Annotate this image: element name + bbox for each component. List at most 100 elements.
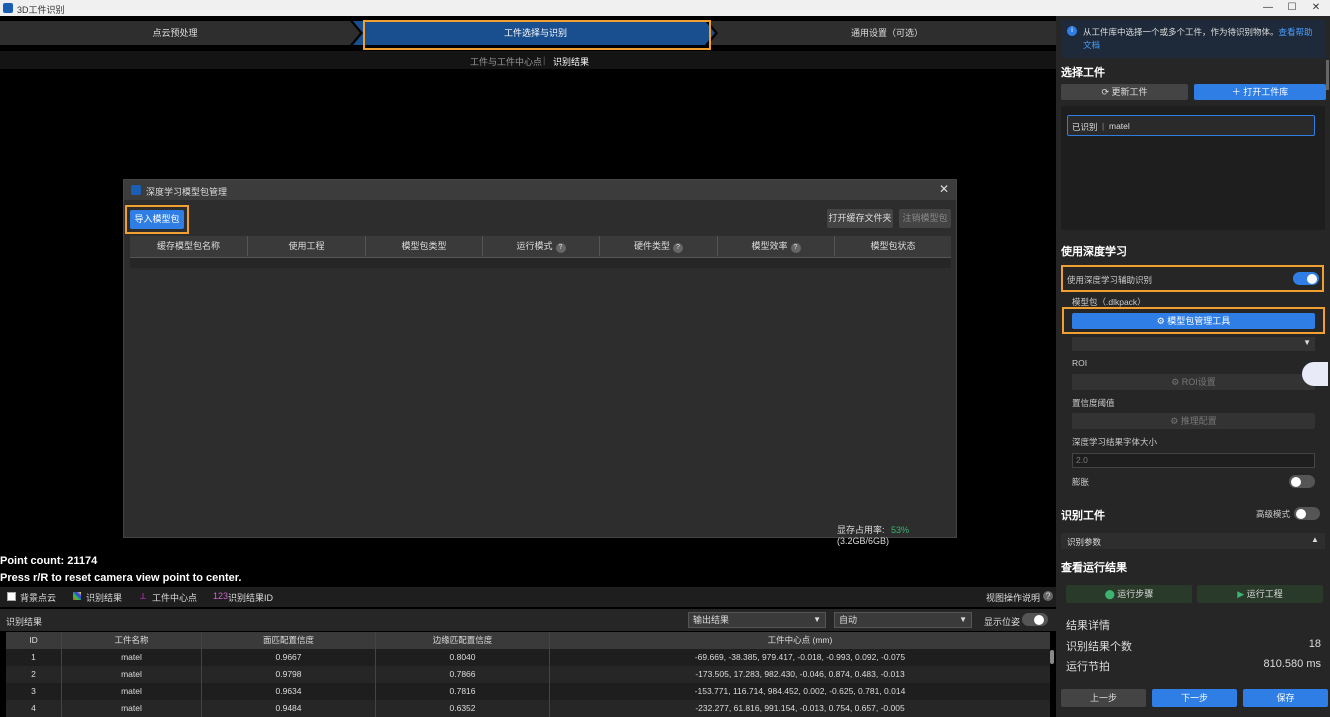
maximize-icon[interactable]: ☐ <box>1282 2 1302 14</box>
bg-cloud-checkbox[interactable] <box>7 592 16 601</box>
params-header[interactable]: 识别参数 ▲ <box>1061 533 1325 549</box>
toggle-knob <box>1034 614 1044 625</box>
step-highlight-box <box>363 20 711 50</box>
col-edge-conf: 边缘匹配置信度 <box>376 632 550 649</box>
output-result-select[interactable]: 输出结果 ▼ <box>688 612 826 628</box>
subnav-divider: | <box>543 55 546 65</box>
cell-center: -153.771, 116.714, 984.452, 0.002, -0.62… <box>694 686 906 696</box>
next-step-button[interactable]: 下一步 <box>1152 689 1237 707</box>
cell-id: 2 <box>6 666 62 683</box>
model-package-select[interactable]: ▼ <box>1072 337 1315 351</box>
font-size-input[interactable]: 2.0 <box>1072 453 1315 468</box>
col-package-name: 缓存模型包名称 <box>130 236 248 256</box>
view-help-icon[interactable]: ? <box>1043 591 1053 601</box>
results-label: 识别结果 <box>6 617 43 627</box>
col-run-mode-label: 运行模式 <box>516 241 553 251</box>
run-project-button[interactable]: ▶ 运行工程 <box>1197 585 1323 603</box>
run-results-title: 查看运行结果 <box>1061 562 1127 574</box>
dialog-title: 深度学习模型包管理 <box>146 187 228 197</box>
close-window-icon[interactable]: ✕ <box>1306 2 1326 14</box>
step-general-settings[interactable]: 通用设置（可选） <box>718 21 1056 45</box>
update-workpiece-button[interactable]: ⟳ 更新工件 <box>1061 84 1188 100</box>
help-icon[interactable]: ? <box>673 243 683 253</box>
model-tool-highlight-box <box>1062 307 1325 334</box>
cell-edge-conf: 0.7866 <box>376 666 550 683</box>
minimize-icon[interactable]: — <box>1258 2 1278 14</box>
cell-center: -232.277, 61.816, 991.154, -0.013, 0.754… <box>695 703 905 713</box>
select-workpiece-title: 选择工件 <box>1061 67 1105 79</box>
sub-navigation: 工件与工件中心点 | 识别结果 <box>0 51 1056 69</box>
col-project: 使用工程 <box>248 236 366 256</box>
cell-name: matel <box>62 700 202 717</box>
recognize-title: 识别工件 <box>1061 510 1105 522</box>
subnav-workpiece-center[interactable]: 工件与工件中心点 <box>470 55 542 68</box>
takt-value: 810.580 ms <box>1263 658 1321 670</box>
col-package-type: 模型包类型 <box>366 236 483 256</box>
cell-edge-conf: 0.6352 <box>376 700 550 717</box>
step-preprocess[interactable]: 点云预处理 <box>0 21 350 45</box>
confidence-label: 置信度阈值 <box>1072 398 1115 408</box>
roi-settings-button[interactable]: ⚙ ROI设置 <box>1072 374 1315 390</box>
advanced-mode-toggle[interactable] <box>1294 507 1320 520</box>
vram-label: 显存占用率: <box>837 525 885 535</box>
assistant-float-icon[interactable] <box>1302 362 1328 386</box>
chevron-down-icon: ▼ <box>813 615 821 624</box>
open-library-button[interactable]: ＋ 打开工件库 <box>1194 84 1326 100</box>
chevron-down-icon: ▼ <box>959 615 967 624</box>
bg-cloud-label: 背景点云 <box>20 593 57 603</box>
play-icon: ▶ <box>1237 589 1247 599</box>
cell-id: 1 <box>6 649 62 666</box>
col-center: 工件中心点 (mm) <box>767 635 833 645</box>
table-row[interactable]: 3 matel 0.9634 0.7816 -153.771, 116.714,… <box>6 683 1050 700</box>
table-row[interactable]: 2 matel 0.9798 0.7866 -173.505, 17.283, … <box>6 666 1050 683</box>
result-count-label: 识别结果个数 <box>1066 641 1132 653</box>
recognized-label: 已识别 <box>1072 122 1098 132</box>
show-pose-label: 显示位姿 <box>984 617 1021 627</box>
table-row[interactable]: 1 matel 0.9667 0.8040 -69.669, -38.385, … <box>6 649 1050 666</box>
reset-hint-text: Press r/R to reset camera view point to … <box>0 572 242 584</box>
result-color-icon <box>73 592 81 600</box>
help-icon[interactable]: ? <box>790 243 801 253</box>
params-label: 识别参数 <box>1067 537 1102 547</box>
table-row[interactable]: 4 matel 0.9484 0.6352 -232.277, 61.816, … <box>6 700 1050 717</box>
title-bar: 3D工件识别 — ☐ ✕ <box>0 0 1330 16</box>
roi-label: ROI <box>1072 358 1088 368</box>
auto-select[interactable]: 自动 ▼ <box>834 612 972 628</box>
cell-name: matel <box>62 683 202 700</box>
run-step-button[interactable]: ⬤ 运行步骤 <box>1066 585 1192 603</box>
table-scrollbar[interactable] <box>1050 650 1054 664</box>
col-status: 模型包状态 <box>870 241 916 251</box>
unregister-model-button[interactable]: 注销模型包 <box>899 209 951 228</box>
model-table-row[interactable] <box>130 258 951 268</box>
save-button[interactable]: 保存 <box>1243 689 1328 707</box>
panel-scrollbar[interactable] <box>1326 60 1329 90</box>
show-pose-toggle[interactable] <box>1022 613 1048 626</box>
detail-title: 结果详情 <box>1066 620 1110 632</box>
subnav-result[interactable]: 识别结果 <box>553 55 589 68</box>
app-logo-icon <box>3 3 13 13</box>
list-item[interactable]: 已识别 | matel <box>1067 115 1315 136</box>
legend-bar: 背景点云 识别结果 ⟂ 工件中心点 123 识别结果ID 视图操作说明 ? <box>0 587 1056 607</box>
open-cache-folder-button[interactable]: 打开缓存文件夹 <box>827 209 893 228</box>
vram-detail: (3.2GB/6GB) <box>837 536 890 546</box>
inference-config-button[interactable]: ⚙ 推理配置 <box>1072 413 1315 429</box>
vram-usage: 显存占用率: 53% (3.2GB/6GB) <box>837 523 956 546</box>
chevron-up-icon: ▲ <box>1311 535 1319 544</box>
col-id: ID <box>6 632 62 649</box>
help-icon[interactable]: ? <box>555 243 566 253</box>
col-face-conf: 面匹配置信度 <box>202 632 376 649</box>
prev-step-button[interactable]: 上一步 <box>1061 689 1146 707</box>
dilate-toggle[interactable] <box>1289 475 1315 488</box>
results-table-header: ID 工件名称 面匹配置信度 边缘匹配置信度 工件中心点 (mm) <box>6 632 1050 649</box>
list-divider: | <box>1102 121 1105 131</box>
dialog-close-icon[interactable]: ✕ <box>939 182 949 196</box>
cell-edge-conf: 0.7816 <box>376 683 550 700</box>
model-package-dialog: 深度学习模型包管理 ✕ 导入模型包 打开缓存文件夹 注销模型包 缓存模型包名称 … <box>123 179 957 546</box>
inference-config-label: 推理配置 <box>1180 416 1217 426</box>
info-message: 从工件库中选择一个或多个工件，作为待识别物体。 <box>1083 27 1279 37</box>
view-help-label: 视图操作说明 <box>986 593 1041 603</box>
cell-id: 3 <box>6 683 62 700</box>
center-label: 工件中心点 <box>152 593 198 603</box>
info-banner: i 从工件库中选择一个或多个工件，作为待识别物体。查看帮助文档 <box>1061 20 1325 58</box>
cell-name: matel <box>62 649 202 666</box>
